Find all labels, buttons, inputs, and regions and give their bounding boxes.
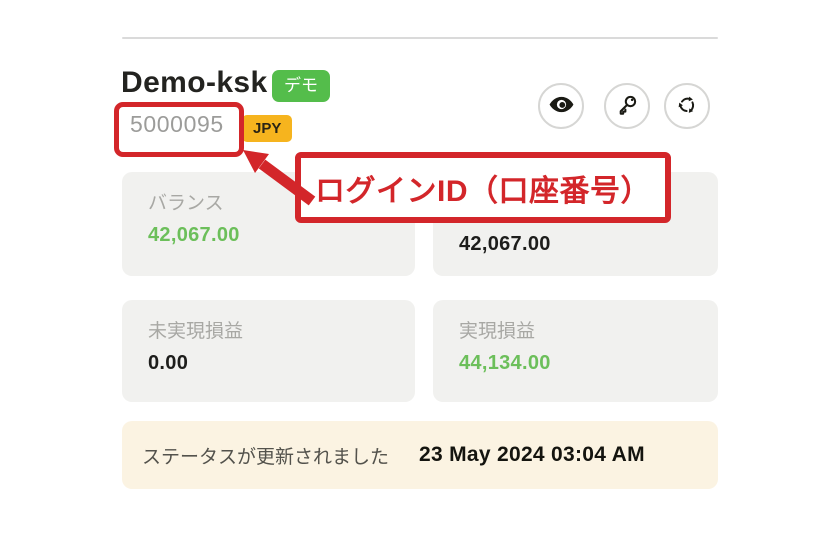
status-timestamp: 23 May 2024 03:04 AM	[419, 443, 645, 466]
currency-badge: JPY	[242, 115, 293, 142]
account-name: Demo-ksk	[121, 66, 268, 99]
card-label: 未実現損益	[148, 321, 244, 342]
recycle-icon	[675, 93, 699, 120]
realized-pl-card: 実現損益 44,134.00	[433, 300, 718, 402]
unrealized-pl-card: 未実現損益 0.00	[122, 300, 415, 402]
account-panel: Demo-ksk デモ 5000095 JPY バランス 42,067.00 4…	[0, 0, 840, 560]
eye-icon	[548, 91, 575, 121]
card-value: 42,067.00	[459, 233, 551, 255]
key-icon	[614, 92, 640, 121]
card-value: 0.00	[148, 352, 189, 374]
status-banner: ステータスが更新されました 23 May 2024 03:04 AM	[122, 421, 718, 489]
demo-account-badge: デモ	[272, 70, 330, 102]
visibility-button[interactable]	[538, 83, 584, 129]
status-message: ステータスが更新されました	[142, 446, 390, 468]
annotation-label: ログインID（口座番号）	[315, 174, 651, 208]
card-value: 42,067.00	[148, 224, 240, 246]
card-label: バランス	[148, 193, 224, 214]
card-label: 実現損益	[459, 321, 536, 342]
refresh-button[interactable]	[664, 83, 710, 129]
top-divider	[122, 37, 718, 39]
login-id-highlight-box	[114, 102, 244, 157]
password-button[interactable]	[604, 83, 650, 129]
annotation-callout: ログインID（口座番号）	[295, 152, 671, 223]
card-value: 44,134.00	[459, 352, 551, 374]
